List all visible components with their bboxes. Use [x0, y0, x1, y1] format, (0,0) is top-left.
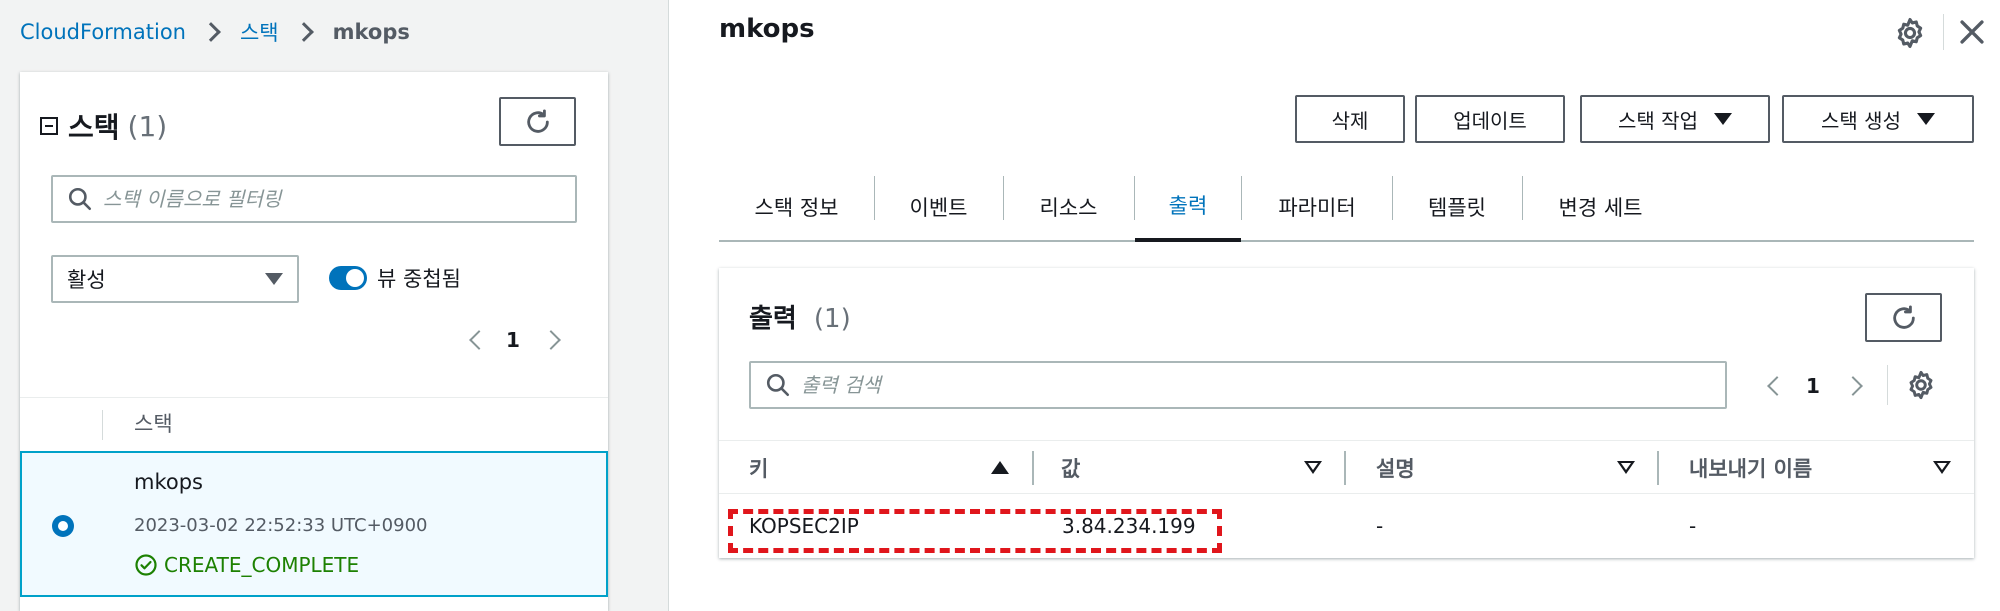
search-icon — [766, 373, 790, 397]
output-description: - — [1376, 514, 1384, 538]
column-divider — [102, 410, 103, 440]
stack-status-select[interactable]: 활성 — [51, 255, 299, 303]
breadcrumb-cloudformation[interactable]: CloudFormation — [20, 20, 186, 44]
delete-button-label: 삭제 — [1331, 108, 1369, 133]
tab-label: 이벤트 — [909, 196, 968, 220]
stack-filter-input[interactable] — [103, 187, 575, 211]
outputs-title-text: 출력 — [749, 304, 797, 334]
outputs-count: (1) — [813, 304, 851, 334]
stack-name: mkops — [134, 470, 203, 494]
stack-list-title: 스택 (1) — [40, 106, 167, 146]
column-header-export-name[interactable]: 내보내기 이름 — [1689, 453, 1812, 483]
sort-ascending-icon[interactable] — [991, 461, 1009, 474]
stack-filter-field[interactable] — [51, 175, 577, 223]
gear-icon[interactable] — [1905, 369, 1937, 401]
collapse-icon[interactable] — [40, 117, 58, 135]
tab-label: 템플릿 — [1428, 196, 1486, 220]
tab-label: 파라미터 — [1278, 196, 1356, 220]
chevron-left-icon[interactable] — [469, 330, 489, 350]
update-button[interactable]: 업데이트 — [1415, 95, 1565, 143]
outputs-refresh-button[interactable] — [1865, 293, 1942, 342]
stack-actions-label: 스택 작업 — [1618, 108, 1698, 133]
caret-down-icon — [265, 273, 283, 285]
chevron-right-icon[interactable] — [1843, 376, 1863, 396]
sort-descending-icon[interactable] — [1304, 461, 1322, 474]
stack-page-number[interactable]: 1 — [506, 328, 520, 352]
outputs-page-number[interactable]: 1 — [1806, 374, 1820, 398]
stack-count: (1) — [127, 109, 168, 143]
breadcrumb-current: mkops — [332, 20, 410, 44]
column-header-description[interactable]: 설명 — [1376, 453, 1415, 483]
stack-row[interactable]: mkops 2023-03-02 22:52:33 UTC+0900 CREAT… — [20, 451, 608, 597]
create-stack-dropdown[interactable]: 스택 생성 — [1782, 95, 1974, 143]
tab-label: 스택 정보 — [754, 196, 839, 220]
tab-label: 출력 — [1168, 194, 1208, 218]
column-divider — [1657, 451, 1659, 485]
tab-resources[interactable]: 리소스 — [1004, 172, 1133, 242]
toggle-switch[interactable] — [329, 266, 367, 290]
stack-actions-dropdown[interactable]: 스택 작업 — [1580, 95, 1770, 143]
column-divider — [1344, 451, 1346, 485]
column-divider — [1032, 451, 1034, 485]
outputs-pagination: 1 — [1767, 374, 1863, 398]
breadcrumb: CloudFormation 스택 mkops — [20, 14, 410, 50]
tab-label: 리소스 — [1039, 196, 1098, 220]
stack-status-value: 활성 — [67, 268, 106, 292]
delete-button[interactable]: 삭제 — [1295, 95, 1405, 143]
refresh-icon — [1892, 305, 1915, 329]
chevron-right-icon — [293, 22, 314, 42]
gear-icon[interactable] — [1893, 16, 1927, 50]
chevron-left-icon[interactable] — [1767, 376, 1787, 396]
chevron-right-icon[interactable] — [541, 330, 561, 350]
column-header-key[interactable]: 키 — [749, 453, 768, 483]
search-icon — [68, 187, 92, 211]
tab-template[interactable]: 템플릿 — [1393, 172, 1521, 242]
stack-created-time: 2023-03-02 22:52:33 UTC+0900 — [134, 515, 428, 536]
close-icon[interactable] — [1955, 15, 1989, 49]
outputs-search-input[interactable] — [801, 373, 1725, 397]
stack-pagination: 1 — [469, 328, 561, 352]
refresh-icon — [526, 109, 549, 133]
outputs-title: 출력 (1) — [749, 298, 851, 335]
detail-tabs: 스택 정보 이벤트 리소스 출력 파라미터 템플릿 변경 세트 — [719, 172, 1974, 242]
outputs-search-field[interactable] — [749, 361, 1727, 409]
stack-status-text: CREATE_COMPLETE — [164, 553, 360, 577]
create-stack-label: 스택 생성 — [1821, 108, 1901, 133]
header-divider — [1943, 14, 1944, 50]
caret-down-icon — [1713, 113, 1732, 125]
output-export-name: - — [1689, 514, 1697, 538]
tab-stack-info[interactable]: 스택 정보 — [719, 172, 874, 242]
check-circle-icon — [135, 554, 157, 576]
column-header-value[interactable]: 값 — [1061, 453, 1080, 483]
breadcrumb-stacks[interactable]: 스택 — [240, 17, 279, 47]
stack-select-radio[interactable] — [52, 515, 74, 537]
caret-down-icon — [1916, 113, 1935, 125]
stack-refresh-button[interactable] — [499, 97, 576, 146]
pagination-divider — [1887, 365, 1888, 405]
nested-view-label: 뷰 중첩됨 — [377, 267, 461, 291]
tab-events[interactable]: 이벤트 — [875, 172, 1002, 242]
sort-descending-icon[interactable] — [1933, 461, 1951, 474]
outputs-table-header: 키 값 설명 내보내기 이름 — [719, 440, 1974, 494]
stack-detail-title: mkops — [719, 14, 815, 44]
stack-column-header[interactable]: 스택 — [134, 408, 173, 438]
sort-descending-icon[interactable] — [1617, 461, 1635, 474]
highlight-annotation — [728, 509, 1222, 553]
stack-status: CREATE_COMPLETE — [134, 553, 359, 577]
tab-parameters[interactable]: 파라미터 — [1242, 172, 1392, 242]
chevron-right-icon — [201, 22, 221, 42]
nested-view-toggle[interactable]: 뷰 중첩됨 — [329, 263, 461, 293]
update-button-label: 업데이트 — [1453, 108, 1527, 133]
tab-outputs[interactable]: 출력 — [1135, 172, 1241, 242]
stack-table-header: 스택 — [20, 397, 608, 451]
tab-change-sets[interactable]: 변경 세트 — [1523, 172, 1678, 242]
tab-label: 변경 세트 — [1558, 196, 1643, 220]
stack-list-title-text: 스택 — [68, 111, 120, 144]
